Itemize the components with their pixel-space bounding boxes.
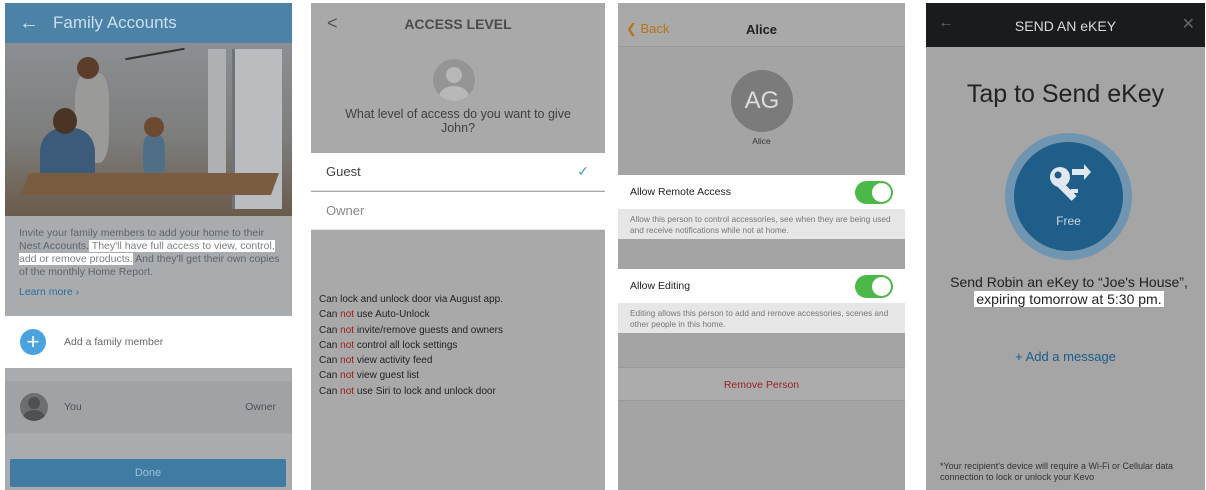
done-button[interactable]: Done — [10, 459, 286, 487]
editing-description: Editing allows this person to add and re… — [618, 303, 905, 333]
access-level-screen: < ACCESS LEVEL What level of access do y… — [311, 3, 605, 490]
permission-item: Can not use Auto-Unlock — [319, 307, 503, 322]
editing-row: Allow Editing — [618, 269, 905, 303]
headline: Tap to Send eKey — [966, 80, 1165, 108]
page-title: ACCESS LEVEL — [404, 16, 512, 32]
photo-lamp — [125, 47, 185, 61]
permissions-list: Can lock and unlock door via August app.… — [319, 292, 503, 399]
perm-not: not — [340, 339, 355, 351]
photo-person — [143, 135, 165, 177]
photo-person-head — [53, 108, 77, 134]
perm-can: Can — [319, 385, 338, 397]
remove-person-button[interactable]: Remove Person — [618, 367, 905, 401]
page-title: Family Accounts — [53, 13, 177, 32]
avatar — [433, 59, 475, 101]
add-family-member-row[interactable]: + Add a family member — [5, 316, 292, 368]
header-bar: ← Family Accounts — [5, 3, 292, 43]
perm-can: Can — [319, 309, 338, 321]
avatar: AG — [731, 70, 793, 132]
key-share-icon — [1050, 164, 1091, 201]
option-label: Guest — [326, 164, 361, 179]
page-title: SEND AN eKEY — [1014, 18, 1117, 34]
perm-text: use Auto-Unlock — [356, 309, 430, 321]
family-accounts-screen: ← Family Accounts Invite your family mem… — [5, 3, 292, 490]
perm-text: view activity feed — [356, 355, 433, 367]
checkmark-icon: ✓ — [577, 163, 589, 179]
footnote: *Your recipient's device will require a … — [940, 461, 1173, 482]
perm-can: Can — [319, 324, 338, 336]
family-photo — [5, 43, 292, 216]
ekey-message-b: expiring tomorrow at 5:30 pm. — [974, 291, 1164, 307]
permission-item: Can not invite/remove guests and owners — [319, 323, 503, 338]
person-name: Alice — [752, 136, 771, 146]
option-owner[interactable]: Owner — [311, 192, 605, 230]
perm-can: Can — [319, 355, 338, 367]
intro-text: Invite your family members to add your h… — [19, 227, 281, 279]
add-message-link[interactable]: + Add a message — [926, 349, 1205, 364]
photo-person-head — [77, 57, 99, 79]
permission-item: Can not view guest list — [319, 368, 503, 383]
photo-table — [20, 173, 280, 195]
ekey-message-a: Send Robin an eKey to “Joe's House”, — [950, 274, 1188, 290]
avatar — [20, 393, 48, 421]
nav-bar: ❮ Back Alice — [618, 3, 905, 47]
member-row-you[interactable]: You Owner — [5, 381, 292, 433]
perm-text: use Siri to lock and unlock door — [356, 385, 496, 397]
option-label: Owner — [326, 203, 365, 218]
perm-text: control all lock settings — [356, 339, 458, 351]
access-question: What level of access do you want to give… — [345, 107, 571, 135]
option-guest[interactable]: Guest ✓ — [311, 153, 605, 191]
add-member-label: Add a family member — [64, 336, 164, 348]
remote-access-row: Allow Remote Access — [618, 175, 905, 209]
photo-person-head — [144, 117, 164, 137]
editing-toggle[interactable] — [855, 274, 893, 298]
member-name: You — [64, 401, 82, 413]
perm-text: invite/remove guests and owners — [356, 324, 504, 336]
perm-not: not — [340, 324, 355, 336]
permission-item: Can lock and unlock door via August app. — [319, 294, 504, 305]
perm-can: Can — [319, 339, 338, 351]
photo-window-2 — [208, 49, 226, 189]
permission-item: Can not control all lock settings — [319, 338, 503, 353]
editing-label: Allow Editing — [630, 280, 691, 292]
perm-text: view guest list — [356, 370, 420, 382]
learn-more-link[interactable]: Learn more › — [19, 286, 79, 298]
back-arrow-icon[interactable]: ← — [19, 12, 47, 35]
price-label: Free — [1056, 214, 1081, 228]
close-icon[interactable]: ✕ — [1182, 14, 1195, 34]
ekey-message: Send Robin an eKey to “Joe's House”, exp… — [940, 274, 1198, 308]
header-bar: ← SEND AN eKEY ✕ — [926, 3, 1205, 47]
plus-icon[interactable]: + — [20, 329, 46, 355]
remote-access-label: Allow Remote Access — [630, 186, 731, 198]
member-role: Owner — [245, 401, 276, 413]
perm-not: not — [340, 355, 355, 367]
send-ekey-screen: ← SEND AN eKEY ✕ Tap to Send eKey Free S… — [926, 3, 1205, 490]
permission-item: Can not use Siri to lock and unlock door — [319, 384, 503, 399]
permission-item: Can not view activity feed — [319, 353, 503, 368]
perm-can: Can — [319, 370, 338, 382]
page-title: Alice — [745, 22, 778, 37]
remote-access-description: Allow this person to control accessories… — [618, 209, 905, 239]
perm-not: not — [340, 309, 355, 321]
remote-access-toggle[interactable] — [855, 180, 893, 204]
person-settings-screen: ❮ Back Alice AG Alice Allow Remote Acces… — [618, 3, 905, 490]
perm-not: not — [340, 370, 355, 382]
perm-not: not — [340, 385, 355, 397]
